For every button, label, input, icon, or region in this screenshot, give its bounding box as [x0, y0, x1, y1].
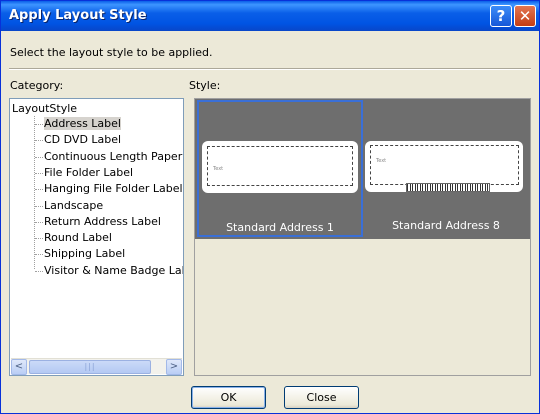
- tile-caption: Standard Address 1: [226, 221, 334, 234]
- category-label: Category:: [10, 79, 64, 92]
- tree-item[interactable]: Shipping Label: [44, 247, 125, 260]
- tree-root-layoutstyle[interactable]: LayoutStyle: [12, 102, 77, 115]
- style-gallery: Text Standard Address 1 Text Standard Ad…: [195, 99, 530, 239]
- tree-connector: [35, 270, 43, 272]
- tree-connector: [35, 189, 43, 191]
- tile-caption: Standard Address 8: [392, 219, 500, 232]
- tree-connector: [35, 140, 43, 142]
- tree-connector: [35, 124, 43, 125]
- tree-connector: [35, 254, 43, 256]
- tree-connector: [35, 221, 43, 223]
- tree-item[interactable]: CD DVD Label: [44, 133, 121, 146]
- barcode-graphic: [406, 183, 490, 192]
- close-window-button[interactable]: ✕: [514, 5, 536, 27]
- tree-connector: [35, 172, 43, 174]
- tree-item[interactable]: Landscape: [44, 199, 103, 212]
- tree-item[interactable]: Hanging File Folder Label: [44, 182, 183, 195]
- tree-item[interactable]: Return Address Label: [44, 215, 161, 228]
- tree-connector: [35, 238, 43, 240]
- print-area: Text: [370, 145, 519, 192]
- tree-connector: [34, 116, 35, 269]
- tree-connector: [35, 205, 43, 207]
- text-placeholder: Text: [376, 158, 387, 164]
- style-tile-standard-address-8[interactable]: Text Standard Address 8: [363, 100, 529, 237]
- category-tree[interactable]: LayoutStyle Address Label CD DVD Label Con…: [9, 98, 184, 376]
- tree-item[interactable]: Address Label: [44, 117, 121, 130]
- tree-item[interactable]: File Folder Label: [44, 166, 133, 179]
- tree-item[interactable]: Round Label: [44, 231, 112, 244]
- style-tile-standard-address-1[interactable]: Text Standard Address 1: [197, 100, 363, 237]
- instruction-text: Select the layout style to be applied.: [10, 46, 213, 59]
- text-placeholder: Text: [213, 166, 224, 172]
- help-button[interactable]: ?: [490, 5, 512, 27]
- style-panel: Text Standard Address 1 Text Standard Ad…: [194, 98, 531, 376]
- scroll-thumb[interactable]: |||: [29, 360, 151, 374]
- label-preview: Text: [202, 141, 358, 193]
- separator: [9, 68, 531, 70]
- horizontal-scrollbar[interactable]: < ||| >: [11, 358, 182, 375]
- dialog-title: Apply Layout Style: [9, 8, 147, 23]
- close-button[interactable]: Close: [284, 386, 359, 409]
- tree-item[interactable]: Continuous Length Paper and: [44, 150, 183, 163]
- tree-item[interactable]: Visitor & Name Badge Label: [44, 264, 183, 277]
- style-label: Style:: [189, 79, 221, 92]
- label-preview: Text: [365, 141, 523, 192]
- scroll-right-button[interactable]: >: [166, 359, 182, 375]
- title-bar[interactable]: Apply Layout Style ? ✕: [1, 1, 539, 31]
- print-area: Text: [207, 146, 353, 186]
- ok-button[interactable]: OK: [191, 386, 266, 409]
- tree-connector: [35, 156, 43, 158]
- apply-layout-style-dialog: Apply Layout Style ? ✕ Select the layout…: [0, 0, 540, 414]
- scroll-left-button[interactable]: <: [11, 359, 27, 375]
